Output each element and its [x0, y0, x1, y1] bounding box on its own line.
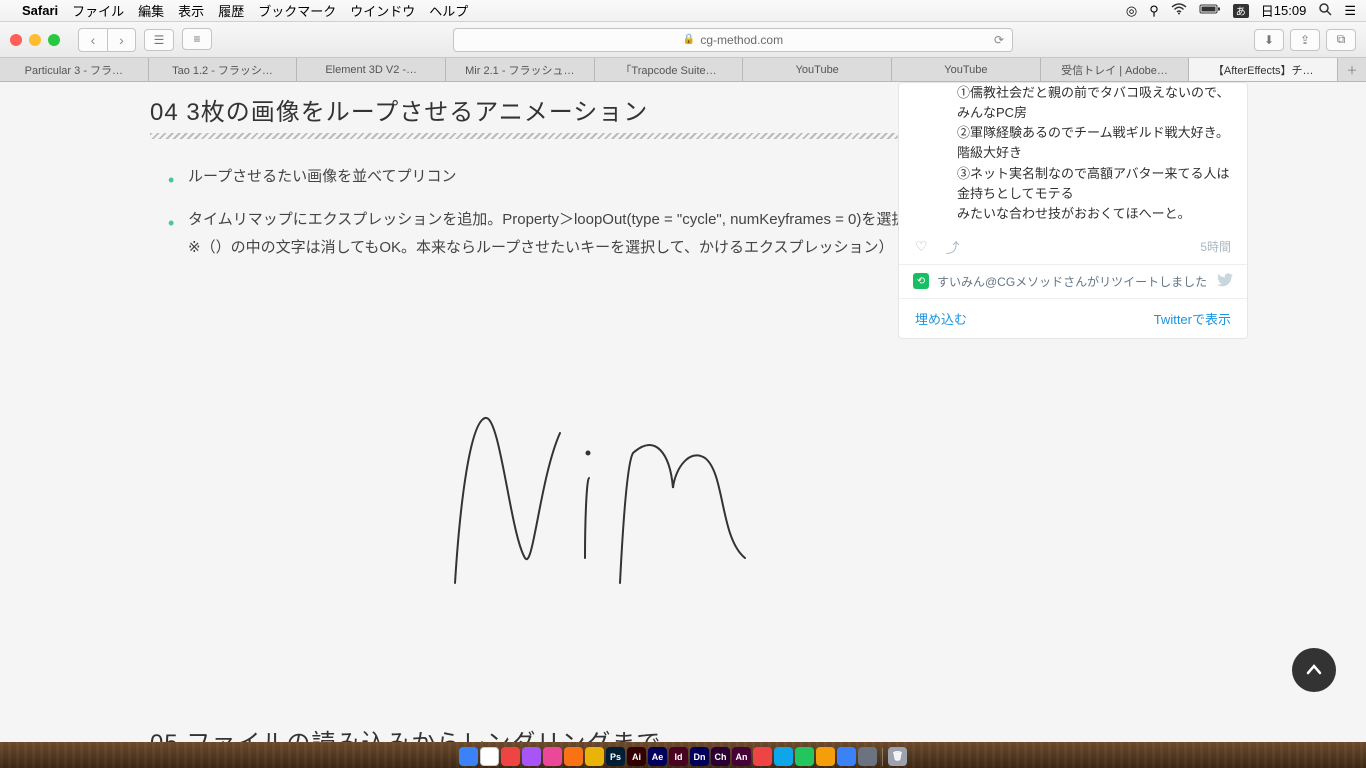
reload-icon[interactable]: ⟳: [994, 33, 1004, 47]
ime-indicator[interactable]: あ: [1233, 4, 1249, 18]
retweet-icon: ⟲: [913, 273, 929, 289]
back-button[interactable]: ‹: [79, 29, 107, 51]
zoom-window-button[interactable]: [48, 34, 60, 46]
tab-bar: Particular 3 - フラ… Tao 1.2 - フラッシ… Eleme…: [0, 58, 1366, 82]
new-tab-button[interactable]: ＋: [1338, 58, 1366, 81]
dock-item[interactable]: [837, 747, 856, 766]
heading-05: 05 ファイルの読み込みからレンダリングまで: [150, 723, 960, 743]
bluetooth-icon[interactable]: ⚲: [1149, 3, 1159, 19]
tab-3[interactable]: Mir 2.1 - フラッシュ…: [446, 58, 595, 81]
tab-0[interactable]: Particular 3 - フラ…: [0, 58, 149, 81]
heading-divider: [150, 133, 960, 139]
twitter-widget: ①儒教社会だと親の前でタバコ吸えないので、みんなPC房 ②軍隊経験あるのでチーム…: [898, 82, 1248, 339]
nav-buttons: ‹ ›: [78, 28, 136, 52]
share-tweet-icon[interactable]: ⤴: [946, 238, 960, 258]
url-text: cg-method.com: [700, 33, 783, 47]
list-item: タイムリマップにエクスプレッションを追加。Property＞loopOut(ty…: [168, 206, 960, 263]
tab-5[interactable]: YouTube: [743, 58, 892, 81]
tab-6[interactable]: YouTube: [892, 58, 1041, 81]
dock-item[interactable]: Ai: [627, 747, 646, 766]
cc-icon[interactable]: ◎: [1126, 3, 1137, 19]
menu-view[interactable]: 表示: [178, 1, 204, 20]
tweet-line: ③ネット実名制なので高額アバター来てる人は金持ちとしてモテる: [957, 164, 1231, 204]
dock-item[interactable]: [816, 747, 835, 766]
menu-file[interactable]: ファイル: [72, 1, 124, 20]
wifi-icon[interactable]: [1171, 3, 1187, 18]
menu-edit[interactable]: 編集: [138, 1, 164, 20]
dock-item[interactable]: Dn: [690, 747, 709, 766]
menubar: Safari ファイル 編集 表示 履歴 ブックマーク ウインドウ ヘルプ ◎ …: [0, 0, 1366, 22]
tab-7[interactable]: 受信トレイ | Adobe…: [1041, 58, 1190, 81]
close-window-button[interactable]: [10, 34, 22, 46]
dock-item[interactable]: [774, 747, 793, 766]
share-button[interactable]: ⇪: [1290, 29, 1320, 51]
dock-item[interactable]: [459, 747, 478, 766]
dock-item[interactable]: Ch: [711, 747, 730, 766]
dock-item[interactable]: [543, 747, 562, 766]
menu-history[interactable]: 履歴: [218, 1, 244, 20]
menu-extras-icon[interactable]: ☰: [1344, 3, 1356, 19]
tweet-line: ②軍隊経験あるのでチーム戦ギルド戦大好き。階級大好き: [957, 123, 1231, 163]
tweet-body: ①儒教社会だと親の前でタバコ吸えないので、みんなPC房 ②軍隊経験あるのでチーム…: [899, 83, 1247, 232]
twitter-bird-icon: [1217, 273, 1233, 290]
dock-item[interactable]: [564, 747, 583, 766]
list-item: ループさせるたい画像を並べてプリコン: [168, 163, 960, 192]
dock-item[interactable]: [585, 747, 604, 766]
lock-icon: 🔒: [683, 34, 695, 45]
tweet-line: みたいな合わせ技がおおくてほへーと。: [957, 204, 1231, 224]
dock-item[interactable]: [480, 747, 499, 766]
clock-time[interactable]: 15:09: [1274, 3, 1307, 18]
page-viewport[interactable]: 04 3枚の画像をループさせるアニメーション ループさせるたい画像を並べてプリコ…: [0, 82, 1366, 742]
dock-item[interactable]: [501, 747, 520, 766]
address-bar[interactable]: 🔒 cg-method.com ⟳: [453, 28, 1013, 52]
dock-item[interactable]: An: [732, 747, 751, 766]
dock-item[interactable]: [795, 747, 814, 766]
app-name[interactable]: Safari: [22, 3, 58, 18]
menu-bookmarks[interactable]: ブックマーク: [258, 1, 336, 20]
forward-button[interactable]: ›: [107, 29, 135, 51]
menu-help[interactable]: ヘルプ: [429, 1, 468, 20]
reader-button[interactable]: ≡: [182, 28, 212, 50]
tweet-time: 5時間: [1200, 238, 1231, 258]
content-image: [275, 303, 835, 643]
dock-item[interactable]: [753, 747, 772, 766]
dock-item[interactable]: [858, 747, 877, 766]
tabs-button[interactable]: ⧉: [1326, 29, 1356, 51]
dock: Ps Ai Ae Id Dn Ch An 🗑: [0, 742, 1366, 768]
article: 04 3枚の画像をループさせるアニメーション ループさせるたい画像を並べてプリコ…: [120, 82, 990, 742]
dock-trash[interactable]: 🗑: [888, 747, 907, 766]
dock-item[interactable]: Ae: [648, 747, 667, 766]
browser-toolbar: ‹ › ☰ ≡ 🔒 cg-method.com ⟳ ⬇ ⇪ ⧉: [0, 22, 1366, 58]
tab-1[interactable]: Tao 1.2 - フラッシ…: [149, 58, 298, 81]
heading-04: 04 3枚の画像をループさせるアニメーション: [150, 92, 960, 127]
menu-window[interactable]: ウインドウ: [350, 1, 415, 20]
sidebar-button[interactable]: ☰: [144, 29, 174, 51]
tab-2[interactable]: Element 3D V2 -…: [297, 58, 446, 81]
like-icon[interactable]: ♡: [915, 238, 928, 258]
retweet-text: すいみん@CGメソッドさんがリツイートしました: [937, 273, 1207, 290]
dock-item[interactable]: Ps: [606, 747, 625, 766]
window-controls: [10, 34, 60, 46]
scroll-to-top-button[interactable]: [1292, 648, 1336, 692]
minimize-window-button[interactable]: [29, 34, 41, 46]
downloads-button[interactable]: ⬇: [1254, 29, 1284, 51]
tweet-line: ①儒教社会だと親の前でタバコ吸えないので、みんなPC房: [957, 83, 1231, 123]
spotlight-icon[interactable]: [1318, 2, 1332, 19]
dock-item[interactable]: Id: [669, 747, 688, 766]
battery-icon[interactable]: [1199, 3, 1221, 18]
tab-8[interactable]: 【AfterEffects】チ…: [1189, 58, 1338, 81]
view-on-twitter-link[interactable]: Twitterで表示: [1154, 309, 1231, 328]
dock-item[interactable]: [522, 747, 541, 766]
tab-4[interactable]: 「Trapcode Suite…: [595, 58, 744, 81]
clock-day[interactable]: 日: [1261, 1, 1274, 20]
embed-link[interactable]: 埋め込む: [915, 309, 967, 328]
